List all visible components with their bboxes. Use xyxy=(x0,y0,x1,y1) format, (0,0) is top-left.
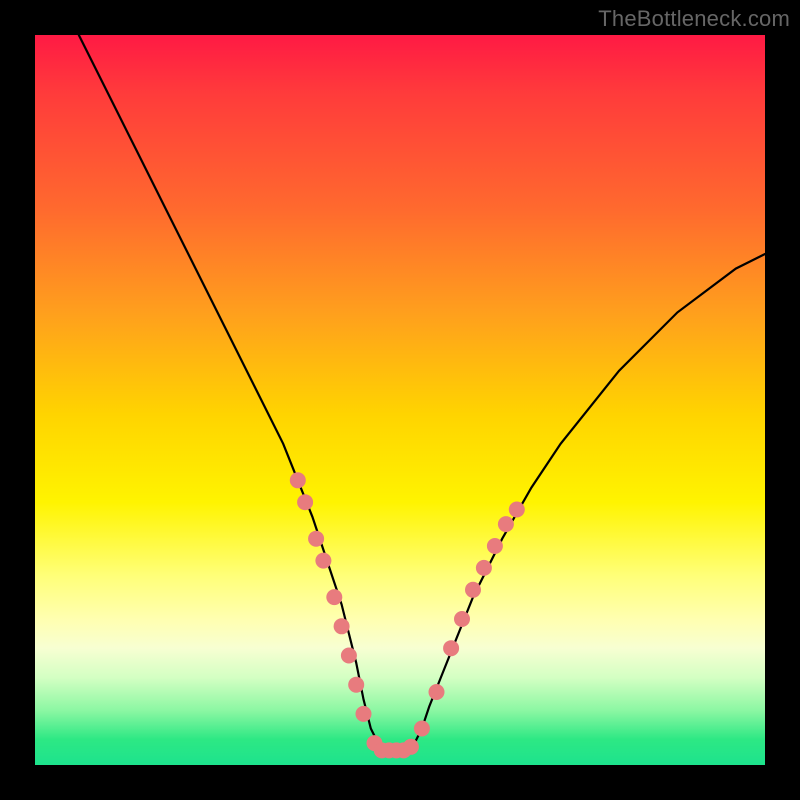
chart-frame: TheBottleneck.com xyxy=(0,0,800,800)
chart-svg xyxy=(35,35,765,765)
curve-marker xyxy=(334,618,350,634)
curve-marker xyxy=(308,531,324,547)
curve-marker xyxy=(509,502,525,518)
curve-marker xyxy=(315,553,331,569)
curve-marker xyxy=(341,648,357,664)
curve-marker xyxy=(454,611,470,627)
bottleneck-curve xyxy=(79,35,765,750)
curve-marker xyxy=(487,538,503,554)
curve-marker xyxy=(476,560,492,576)
curve-marker xyxy=(356,706,372,722)
watermark-text: TheBottleneck.com xyxy=(598,6,790,32)
curve-marker xyxy=(297,494,313,510)
curve-marker xyxy=(326,589,342,605)
marker-group xyxy=(290,472,525,758)
curve-marker xyxy=(414,721,430,737)
curve-marker xyxy=(429,684,445,700)
curve-marker xyxy=(403,739,419,755)
plot-area xyxy=(35,35,765,765)
curve-marker xyxy=(465,582,481,598)
curve-marker xyxy=(348,677,364,693)
curve-marker xyxy=(443,640,459,656)
curve-marker xyxy=(290,472,306,488)
curve-marker xyxy=(498,516,514,532)
